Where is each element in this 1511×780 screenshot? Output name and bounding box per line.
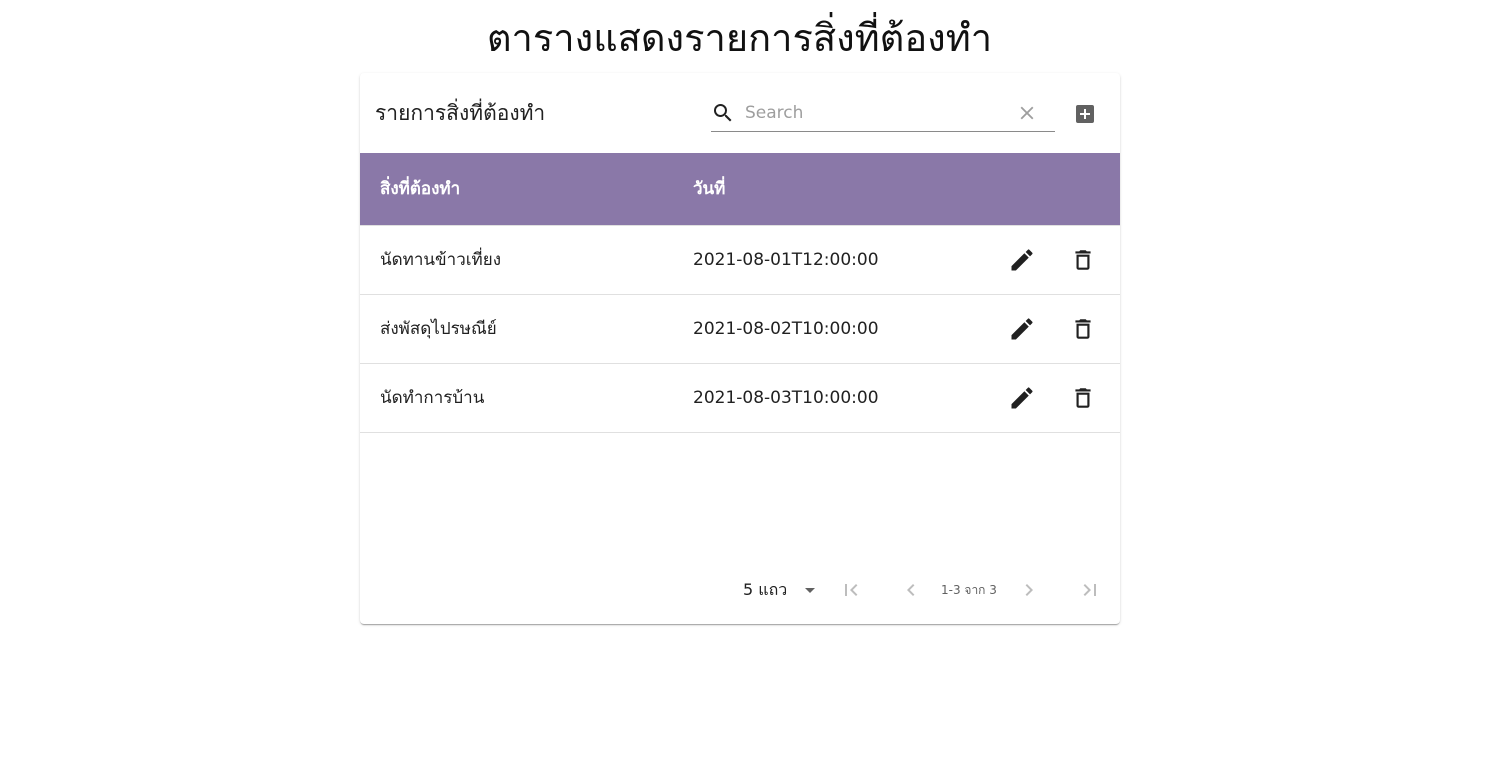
rows-per-page-label: 5 แถว (743, 580, 788, 599)
page-title: ตารางแสดงรายการสิ่งที่ต้องทำ (486, 16, 993, 60)
table-title: รายการสิ่งที่ต้องทำ (375, 101, 546, 125)
edit-icon[interactable] (1008, 315, 1036, 343)
delete-icon[interactable] (1070, 247, 1096, 273)
edit-icon[interactable] (1008, 384, 1036, 412)
next-page-icon[interactable] (1017, 578, 1041, 602)
page-info: 1-3 จาก 3 (941, 583, 997, 597)
todo-table-card: รายการสิ่งที่ต้องทำ สิ่งที่ต้องทำ วันที่… (360, 73, 1120, 624)
search-field[interactable] (711, 97, 1055, 132)
search-icon (714, 104, 732, 122)
rows-per-page-select[interactable]: 5 แถว (743, 576, 815, 604)
close-icon[interactable] (1016, 102, 1038, 124)
delete-icon[interactable] (1070, 385, 1096, 411)
date-cell: 2021-08-02T10:00:00 (693, 319, 879, 339)
table-row: นัดทำการบ้าน 2021-08-03T10:00:00 (360, 364, 1120, 433)
table-toolbar: รายการสิ่งที่ต้องทำ (360, 73, 1120, 153)
task-cell: นัดทำการบ้าน (380, 388, 485, 408)
last-page-icon[interactable] (1078, 578, 1102, 602)
column-header-date[interactable]: วันที่ (693, 175, 725, 203)
table-row: นัดทานข้าวเที่ยง 2021-08-01T12:00:00 (360, 226, 1120, 295)
task-cell: ส่งพัสดุไปรษณีย์ (380, 319, 497, 339)
date-cell: 2021-08-01T12:00:00 (693, 250, 879, 270)
table-row: ส่งพัสดุไปรษณีย์ 2021-08-02T10:00:00 (360, 295, 1120, 364)
edit-icon[interactable] (1008, 246, 1036, 274)
delete-icon[interactable] (1070, 316, 1096, 342)
dropdown-arrow-icon (805, 588, 815, 593)
column-header-task[interactable]: สิ่งที่ต้องทำ (380, 175, 460, 203)
search-input[interactable] (745, 99, 1005, 127)
add-box-icon[interactable] (1073, 102, 1097, 126)
first-page-icon[interactable] (839, 578, 863, 602)
task-cell: นัดทานข้าวเที่ยง (380, 250, 502, 270)
date-cell: 2021-08-03T10:00:00 (693, 388, 879, 408)
previous-page-icon[interactable] (899, 578, 923, 602)
table-header: สิ่งที่ต้องทำ วันที่ (360, 153, 1120, 226)
pagination-bar: 5 แถว 1-3 จาก 3 (360, 570, 1120, 610)
